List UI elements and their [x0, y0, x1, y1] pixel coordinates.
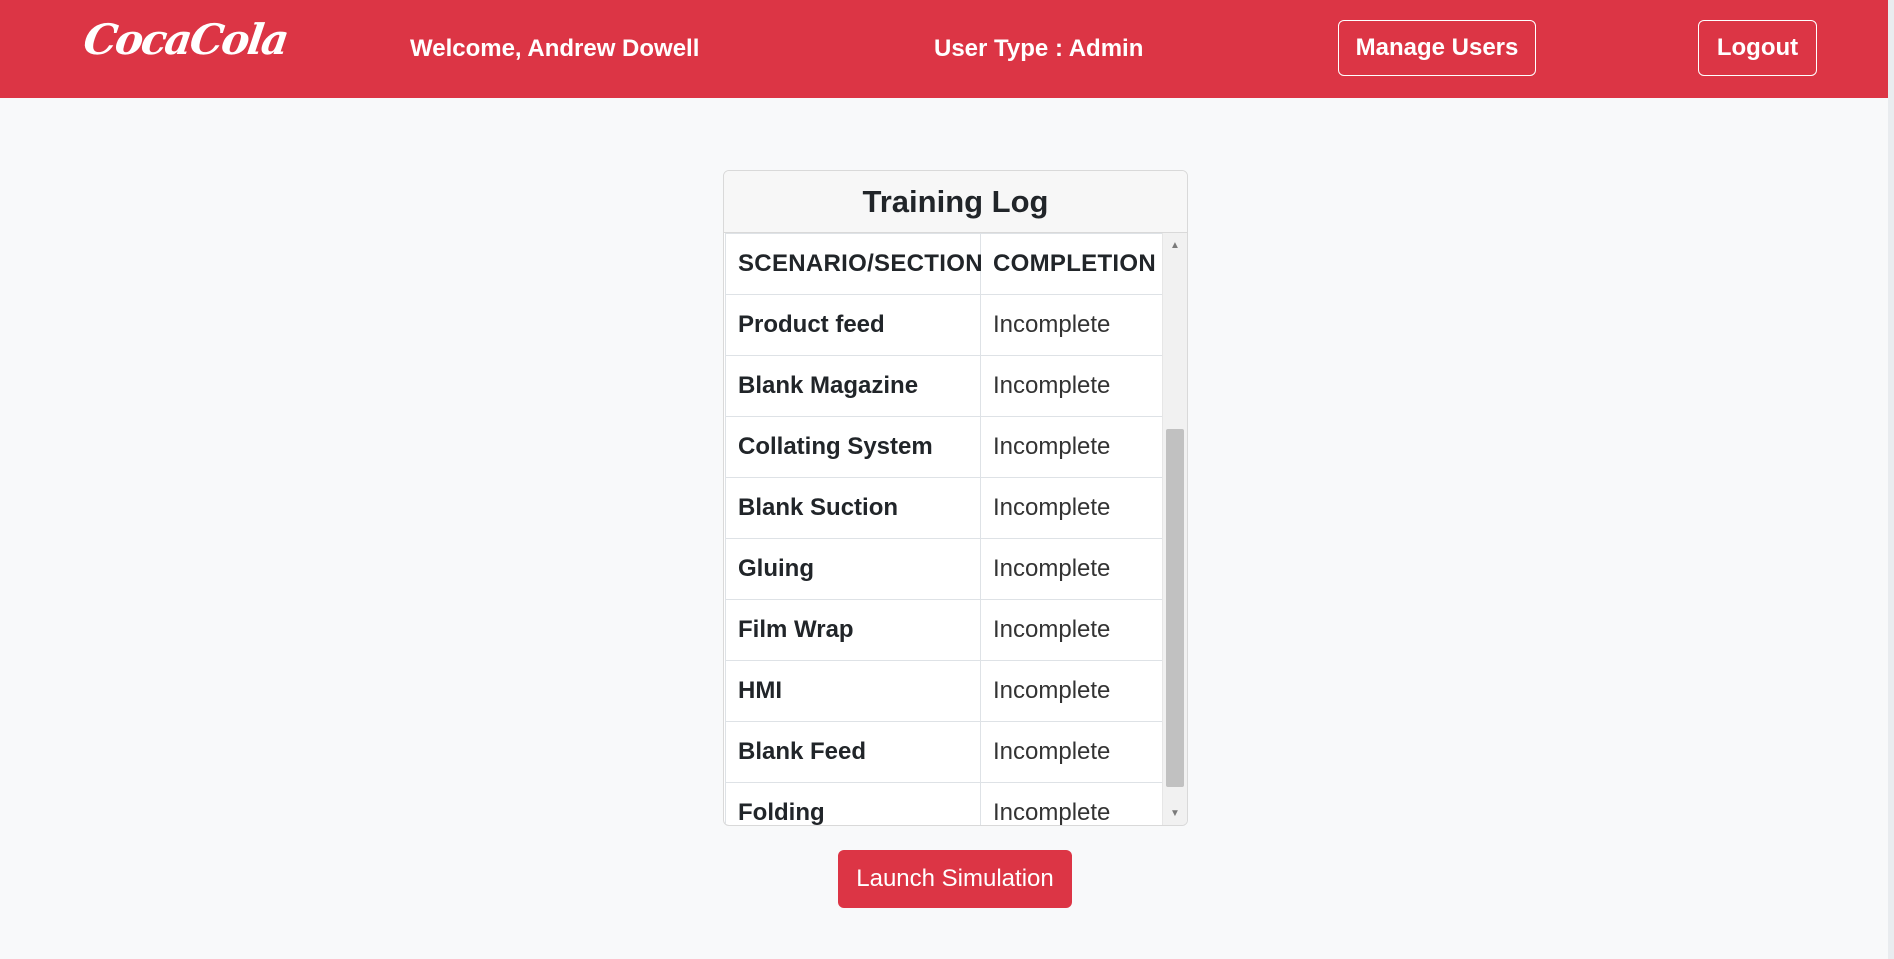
training-log-table-viewport[interactable]: SCENARIO/SECTION COMPLETION Product feed…: [725, 233, 1162, 825]
section-cell: HMI: [725, 660, 981, 722]
table-row: Gluing Incomplete: [725, 538, 1162, 600]
section-cell: Blank Feed: [725, 721, 981, 783]
table-row: Folding Incomplete: [725, 782, 1162, 825]
completion-cell: Incomplete: [980, 416, 1162, 478]
launch-simulation-button[interactable]: Launch Simulation: [838, 850, 1072, 908]
completion-cell: Incomplete: [980, 660, 1162, 722]
completion-cell: Incomplete: [980, 721, 1162, 783]
table-scrollbar[interactable]: ▲ ▼: [1162, 233, 1187, 825]
completion-cell: Incomplete: [980, 538, 1162, 600]
scrollbar-thumb[interactable]: [1166, 429, 1184, 787]
table-row: Product feed Incomplete: [725, 294, 1162, 356]
table-header-row: SCENARIO/SECTION COMPLETION: [725, 233, 1162, 295]
logout-button[interactable]: Logout: [1698, 20, 1817, 76]
table-row: Blank Magazine Incomplete: [725, 355, 1162, 417]
welcome-text: Welcome, Andrew Dowell: [410, 35, 700, 62]
completion-cell: Incomplete: [980, 294, 1162, 356]
column-header-section: SCENARIO/SECTION: [725, 233, 983, 295]
completion-cell: Incomplete: [980, 782, 1162, 825]
training-log-table: SCENARIO/SECTION COMPLETION Product feed…: [725, 233, 1162, 825]
table-row: Blank Suction Incomplete: [725, 477, 1162, 539]
table-row: Film Wrap Incomplete: [725, 599, 1162, 661]
coca-cola-logo: CocaCola: [80, 15, 291, 64]
scroll-down-arrow-icon[interactable]: ▼: [1163, 803, 1187, 823]
completion-cell: Incomplete: [980, 599, 1162, 661]
section-cell: Gluing: [725, 538, 981, 600]
column-header-completion: COMPLETION: [980, 233, 1162, 295]
scroll-up-arrow-icon[interactable]: ▲: [1163, 235, 1187, 255]
section-cell: Folding: [725, 782, 981, 825]
section-cell: Film Wrap: [725, 599, 981, 661]
table-row: Collating System Incomplete: [725, 416, 1162, 478]
table-row: HMI Incomplete: [725, 660, 1162, 722]
top-navbar: CocaCola Welcome, Andrew Dowell User Typ…: [0, 0, 1894, 98]
table-row: Blank Feed Incomplete: [725, 721, 1162, 783]
section-cell: Collating System: [725, 416, 981, 478]
completion-cell: Incomplete: [980, 477, 1162, 539]
completion-cell: Incomplete: [980, 355, 1162, 417]
section-cell: Product feed: [725, 294, 981, 356]
manage-users-button[interactable]: Manage Users: [1338, 20, 1536, 76]
user-type-text: User Type : Admin: [934, 35, 1144, 62]
section-cell: Blank Magazine: [725, 355, 981, 417]
training-log-card: Training Log SCENARIO/SECTION COMPLETION…: [723, 170, 1188, 826]
section-cell: Blank Suction: [725, 477, 981, 539]
training-log-title: Training Log: [724, 171, 1187, 233]
page-right-edge: [1888, 0, 1894, 959]
